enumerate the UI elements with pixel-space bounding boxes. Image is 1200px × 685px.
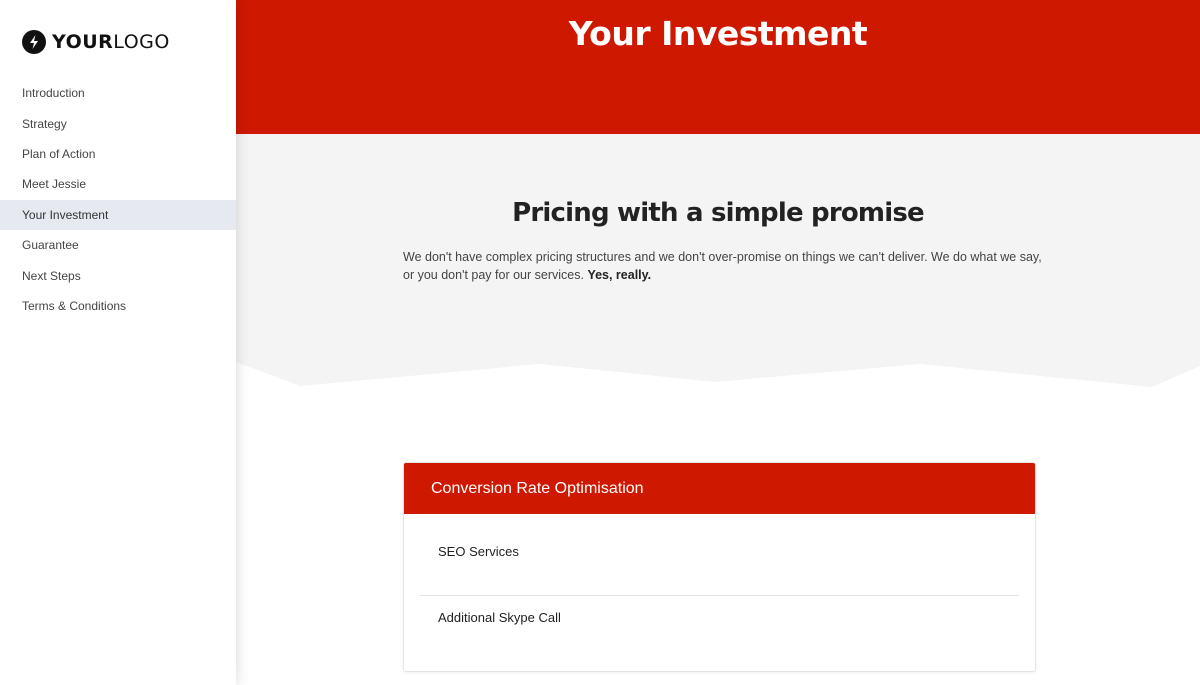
pricing-item: SEO Services [438,544,519,559]
pricing-item: Additional Skype Call [438,610,561,625]
pricing-card: Conversion Rate Optimisation SEO Service… [403,462,1036,672]
sidebar-item-next-steps[interactable]: Next Steps [0,260,236,290]
sidebar-item-guarantee[interactable]: Guarantee [0,230,236,260]
logo[interactable]: YOURLOGO [22,30,170,54]
lightning-bolt-icon [22,30,46,54]
sidebar-item-plan-of-action[interactable]: Plan of Action [0,139,236,169]
hero-banner: Your Investment [236,0,1200,134]
sidebar-item-terms-conditions[interactable]: Terms & Conditions [0,291,236,321]
logo-text-bold: YOUR [52,31,114,53]
page-title: Your Investment [568,14,868,53]
sidebar-item-introduction[interactable]: Introduction [0,78,236,108]
description-text: We don't have complex pricing structures… [403,250,1042,282]
main-content: Your Investment Pricing with a simple pr… [236,0,1200,685]
section-description: We don't have complex pricing structures… [403,248,1043,284]
sidebar-nav: Introduction Strategy Plan of Action Mee… [0,78,236,321]
section-heading: Pricing with a simple promise [512,198,925,228]
sidebar: YOURLOGO Introduction Strategy Plan of A… [0,0,236,685]
pricing-card-header: Conversion Rate Optimisation [404,463,1035,514]
divider [420,595,1019,596]
logo-text: YOURLOGO [52,31,170,53]
sidebar-item-meet-jessie[interactable]: Meet Jessie [0,169,236,199]
sidebar-item-your-investment[interactable]: Your Investment [0,199,236,230]
logo-text-light: LOGO [113,31,170,53]
intro-section: Pricing with a simple promise We don't h… [236,134,1200,394]
sidebar-item-strategy[interactable]: Strategy [0,108,236,138]
description-emphasis: Yes, really. [587,268,652,282]
